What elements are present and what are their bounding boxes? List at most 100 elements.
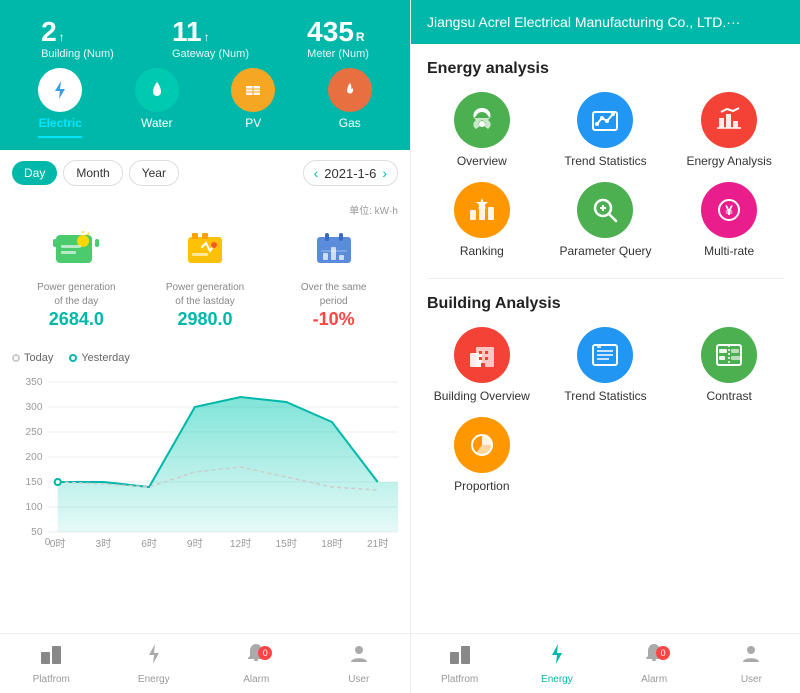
- water-label: Water: [141, 116, 173, 130]
- category-electric[interactable]: Electric: [38, 68, 82, 138]
- right-footer-user[interactable]: User: [703, 642, 800, 685]
- proportion-label: Proportion: [454, 479, 509, 493]
- right-energy-icon: [545, 642, 569, 672]
- svg-text:300: 300: [26, 402, 43, 413]
- left-footer-alarm[interactable]: 0 Alarm: [205, 642, 308, 685]
- contrast-circle: [701, 327, 757, 383]
- menu-item-overview[interactable]: Overview: [427, 92, 537, 168]
- right-footer-platform-label: Platfrom: [441, 674, 478, 685]
- building-trend-label: Trend Statistics: [564, 389, 646, 403]
- svg-text:200: 200: [26, 452, 43, 463]
- yesterday-legend: Yesterday: [69, 352, 130, 364]
- building-label: Building (Num): [41, 48, 114, 60]
- parameter-query-label: Parameter Query: [559, 244, 651, 258]
- year-button[interactable]: Year: [129, 160, 179, 186]
- yesterday-legend-label: Yesterday: [81, 352, 130, 364]
- chart-area: Today Yesterday 350 300 250 200 150 100 …: [0, 342, 410, 633]
- left-footer: Platfrom Energy 0 Alarm User: [0, 633, 410, 693]
- proportion-circle: [454, 417, 510, 473]
- right-footer-alarm[interactable]: 0 Alarm: [606, 642, 703, 685]
- menu-item-multi-rate[interactable]: ¥ Multi-rate: [674, 182, 784, 258]
- right-content: Energy analysis Overview Trend Statistic…: [411, 44, 800, 633]
- menu-item-proportion[interactable]: Proportion: [427, 417, 537, 493]
- energy-analysis-circle: [701, 92, 757, 148]
- trend-statistics-circle: [577, 92, 633, 148]
- menu-item-parameter-query[interactable]: Parameter Query: [551, 182, 661, 258]
- left-header: 2 ↑ Building (Num) 11 ↑ Gateway (Num) 43…: [0, 0, 410, 150]
- unit-row: 单位: kW·h Power generationof t: [0, 196, 410, 342]
- menu-item-energy-analysis[interactable]: Energy Analysis: [674, 92, 784, 168]
- building-overview-circle: [454, 327, 510, 383]
- multi-rate-label: Multi-rate: [704, 244, 754, 258]
- gateway-label: Gateway (Num): [172, 48, 249, 60]
- energy-analysis-title: Energy analysis: [427, 60, 784, 78]
- left-footer-user-label: User: [348, 674, 369, 685]
- pv-label: PV: [245, 116, 261, 130]
- today-legend-label: Today: [24, 352, 53, 364]
- same-period-value: -10%: [269, 309, 398, 330]
- today-gen-value: 2684.0: [12, 309, 141, 330]
- category-water[interactable]: Water: [135, 68, 179, 138]
- right-user-icon: [739, 642, 763, 672]
- svg-text:3时: 3时: [96, 538, 112, 550]
- menu-item-ranking[interactable]: Ranking: [427, 182, 537, 258]
- menu-item-contrast[interactable]: Contrast: [674, 327, 784, 403]
- menu-item-building-trend[interactable]: Trend Statistics: [551, 327, 661, 403]
- svg-text:50: 50: [31, 527, 43, 538]
- meter-unit: R: [356, 30, 365, 44]
- building-unit: ↑: [59, 30, 65, 44]
- building-analysis-title: Building Analysis: [427, 295, 784, 313]
- right-alarm-badge: 0: [656, 646, 670, 660]
- user-icon: [347, 642, 371, 672]
- active-underline: [38, 136, 82, 138]
- today-generation-card: Power generationof the day 2684.0: [12, 225, 141, 330]
- menu-item-building-overview[interactable]: Building Overview: [427, 327, 537, 403]
- cards-row: Power generationof the day 2684.0 Power …: [12, 217, 398, 342]
- right-platform-icon: [448, 642, 472, 672]
- multi-rate-circle: ¥: [701, 182, 757, 238]
- svg-text:21时: 21时: [367, 538, 388, 550]
- next-date-button[interactable]: ›: [382, 165, 387, 181]
- energy-analysis-grid: Overview Trend Statistics Energy Analysi…: [427, 92, 784, 258]
- stats-row: 2 ↑ Building (Num) 11 ↑ Gateway (Num) 43…: [12, 16, 398, 60]
- ranking-circle: [454, 182, 510, 238]
- lastday-generation-card: Power generationof the lastday 2980.0: [141, 225, 270, 330]
- left-footer-user[interactable]: User: [308, 642, 411, 685]
- platform-icon: [39, 642, 63, 672]
- svg-text:6时: 6时: [141, 538, 157, 550]
- left-footer-energy[interactable]: Energy: [103, 642, 206, 685]
- gateway-stat: 11 ↑ Gateway (Num): [172, 16, 249, 60]
- date-row: Day Month Year ‹ 2021-1-6 ›: [0, 150, 410, 196]
- meter-stat: 435 R Meter (Num): [307, 16, 369, 60]
- left-panel: 2 ↑ Building (Num) 11 ↑ Gateway (Num) 43…: [0, 0, 410, 693]
- meter-label: Meter (Num): [307, 48, 369, 60]
- month-button[interactable]: Month: [63, 160, 122, 186]
- right-footer-user-label: User: [741, 674, 762, 685]
- right-footer-platform[interactable]: Platfrom: [411, 642, 508, 685]
- svg-text:15时: 15时: [276, 538, 297, 550]
- svg-text:350: 350: [26, 377, 43, 388]
- menu-item-trend-statistics[interactable]: Trend Statistics: [551, 92, 661, 168]
- company-name: Jiangsu Acrel Electrical Manufacturing C…: [427, 14, 740, 30]
- contrast-label: Contrast: [706, 389, 751, 403]
- today-legend: Today: [12, 352, 53, 364]
- yesterday-legend-dot: [69, 354, 77, 362]
- day-button[interactable]: Day: [12, 161, 57, 185]
- category-pv[interactable]: PV: [231, 68, 275, 138]
- left-footer-platform[interactable]: Platfrom: [0, 642, 103, 685]
- pv-icon: [231, 68, 275, 112]
- category-gas[interactable]: Gas: [328, 68, 372, 138]
- right-footer-energy[interactable]: Energy: [508, 642, 605, 685]
- electric-icon: [38, 68, 82, 112]
- chart-legend: Today Yesterday: [12, 352, 398, 364]
- energy-analysis-label: Energy Analysis: [686, 154, 771, 168]
- prev-date-button[interactable]: ‹: [314, 165, 319, 181]
- trend-statistics-label: Trend Statistics: [564, 154, 646, 168]
- energy-icon: [142, 642, 166, 672]
- svg-text:0时: 0时: [50, 538, 66, 550]
- parameter-query-circle: [577, 182, 633, 238]
- lastday-gen-label: Power generationof the lastday: [141, 281, 270, 309]
- today-gen-label: Power generationof the day: [12, 281, 141, 309]
- alarm-badge: 0: [258, 646, 272, 660]
- right-footer-energy-label: Energy: [541, 674, 573, 685]
